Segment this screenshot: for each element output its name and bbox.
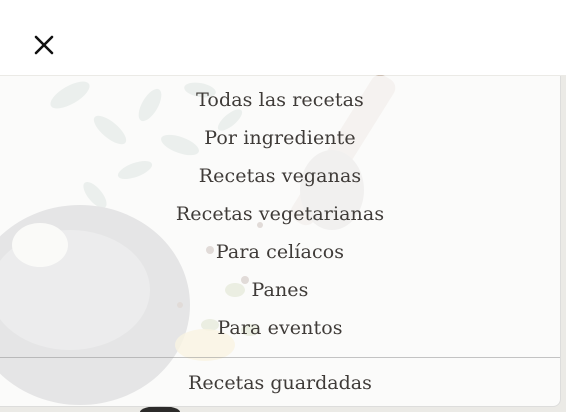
navigation-menu: Todas las recetas Por ingrediente Receta…	[0, 76, 561, 407]
menu-item-recetas-vegetarianas[interactable]: Recetas vegetarianas	[0, 195, 560, 233]
top-bar	[0, 0, 566, 75]
menu-item-para-eventos[interactable]: Para eventos	[0, 309, 560, 347]
menu-item-recetas-veganas[interactable]: Recetas veganas	[0, 157, 560, 195]
menu-item-recetas-guardadas[interactable]: Recetas guardadas	[0, 364, 560, 402]
menu-item-todas-las-recetas[interactable]: Todas las recetas	[0, 81, 560, 119]
menu-divider	[0, 357, 560, 358]
menu-list: Todas las recetas Por ingrediente Receta…	[0, 81, 560, 347]
menu-item-por-ingrediente[interactable]: Por ingrediente	[0, 119, 560, 157]
close-menu-button[interactable]	[30, 31, 58, 59]
menu-item-para-celiacos[interactable]: Para celíacos	[0, 233, 560, 271]
close-icon	[34, 35, 54, 55]
menu-item-panes[interactable]: Panes	[0, 271, 560, 309]
